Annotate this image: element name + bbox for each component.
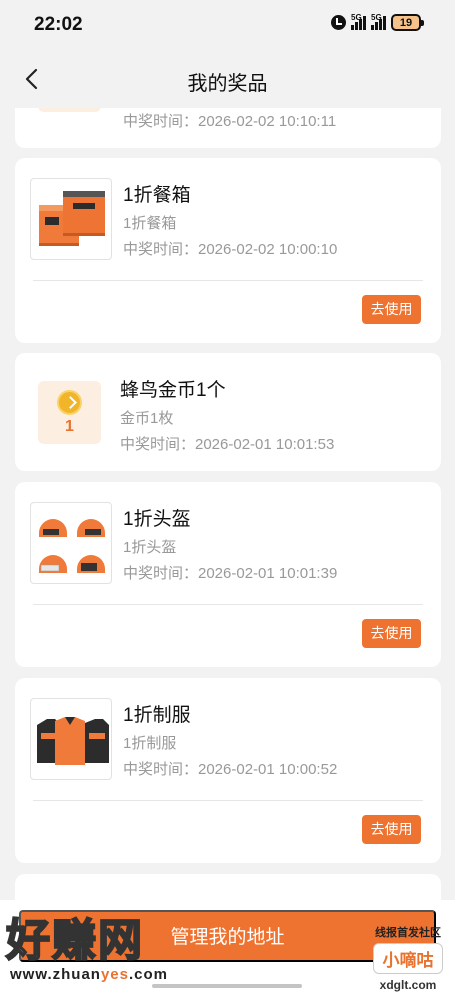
watermark-brand: 小嘀咕 — [373, 943, 443, 974]
coin-icon — [57, 390, 82, 415]
watermark-url-b: yes — [100, 966, 129, 983]
prize-time: 中奖时间：2026-02-01 10:01:39 — [123, 565, 338, 582]
watermark-logo: 好赚网 — [5, 915, 144, 966]
use-button[interactable]: 去使用 — [362, 619, 421, 648]
prize-card: 中奖时间：2026-02-02 10:10:11 — [15, 108, 441, 148]
prize-thumbnail-food-box — [30, 178, 112, 260]
watermark-url: www.zhuanyes.com — [10, 966, 168, 983]
prize-title: 蜂鸟金币1个 — [120, 380, 226, 401]
network-label: 5G — [371, 13, 382, 22]
prize-title: 1折餐箱 — [123, 185, 191, 206]
prize-list[interactable]: 中奖时间：2026-02-02 10:10:11 1折餐箱 1折餐箱 中奖时间：… — [0, 108, 455, 900]
prize-card: 1折制服 1折制服 中奖时间：2026-02-01 10:00:52 去使用 — [15, 678, 441, 863]
prize-subtitle: 金币1枚 — [120, 410, 174, 427]
divider — [33, 604, 423, 605]
prize-time: 中奖时间：2026-02-01 10:00:52 — [123, 761, 338, 778]
signal-icon: 5G — [351, 13, 366, 30]
coin-count: 1 — [65, 418, 74, 435]
use-button[interactable]: 去使用 — [362, 815, 421, 844]
watermark-url-c: .com — [128, 966, 168, 983]
home-indicator[interactable] — [152, 984, 302, 988]
prize-title: 1折制服 — [123, 705, 191, 726]
prize-time: 中奖时间：2026-02-01 10:01:53 — [120, 436, 335, 453]
prize-card: 1 蜂鸟金币1个 金币1枚 中奖时间：2026-02-01 10:01:53 — [15, 353, 441, 471]
prize-thumbnail-uniform — [30, 698, 112, 780]
prize-card: 1折餐箱 1折餐箱 中奖时间：2026-02-02 10:00:10 去使用 — [15, 158, 441, 343]
prize-card — [15, 874, 441, 900]
status-icons: 5G 5G 19 — [331, 13, 424, 31]
signal-icon: 5G — [371, 13, 386, 30]
food-box-icon — [39, 191, 105, 246]
prize-thumbnail-helmet — [30, 502, 112, 584]
coin-thumbnail: 1 — [38, 381, 101, 444]
prize-subtitle: 1折餐箱 — [123, 215, 177, 232]
watermark-right: 线报首发社区 小嘀咕 xdglt.com — [373, 924, 443, 992]
divider — [33, 280, 423, 281]
battery-level: 19 — [399, 16, 413, 29]
uniform-icon — [37, 717, 109, 765]
battery-icon: 19 — [391, 14, 424, 31]
prize-time: 中奖时间：2026-02-02 10:10:11 — [123, 113, 337, 130]
alarm-icon — [331, 15, 346, 30]
prize-subtitle: 1折头盔 — [123, 539, 177, 556]
prize-thumbnail — [38, 108, 101, 112]
nav-bar: 我的奖品 — [0, 52, 455, 108]
status-time: 22:02 — [34, 14, 83, 35]
watermark-domain: xdglt.com — [379, 978, 437, 992]
watermark-left: 好赚网 www.zhuanyes.com — [5, 915, 168, 983]
divider — [33, 800, 423, 801]
helmet-icon — [39, 519, 105, 573]
network-label: 5G — [351, 13, 362, 22]
use-button[interactable]: 去使用 — [362, 295, 421, 324]
prize-card: 1折头盔 1折头盔 中奖时间：2026-02-01 10:01:39 去使用 — [15, 482, 441, 667]
prize-time: 中奖时间：2026-02-02 10:00:10 — [123, 241, 338, 258]
page-title: 我的奖品 — [187, 73, 268, 95]
watermark-tagline: 线报首发社区 — [375, 927, 441, 939]
watermark-url-a: www.zhuan — [10, 966, 101, 983]
prize-title: 1折头盔 — [123, 509, 191, 530]
status-bar: 22:02 5G 5G 19 — [0, 0, 455, 52]
prize-subtitle: 1折制服 — [123, 735, 177, 752]
